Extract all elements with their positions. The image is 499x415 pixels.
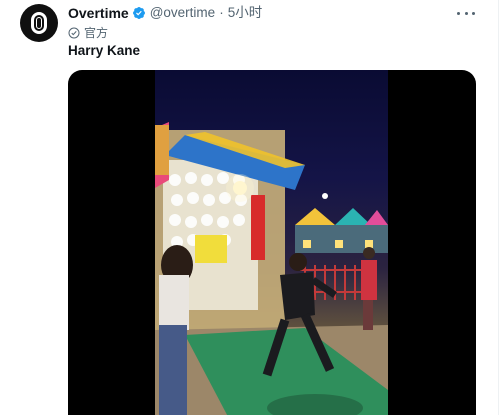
video-frame[interactable] [155, 70, 388, 415]
verified-badge-icon [132, 7, 145, 19]
separator-dot: · [219, 5, 224, 20]
official-check-icon [68, 27, 80, 38]
display-name[interactable]: Overtime [68, 4, 129, 22]
tweet-card: Overtime @overtime · 5小时 官方 Harry Kane [0, 0, 499, 415]
tweet-media[interactable] [68, 70, 476, 415]
handle[interactable]: @overtime [150, 4, 215, 22]
tweet-header: Overtime @overtime · 5小时 [68, 4, 262, 22]
avatar[interactable] [20, 4, 58, 42]
more-icon[interactable] [457, 6, 475, 20]
timestamp[interactable]: 5小时 [228, 4, 263, 22]
official-text: 官方 [84, 26, 109, 40]
video-scene-illustration [155, 122, 388, 415]
overtime-logo-icon [31, 12, 47, 34]
official-label: 官方 [68, 24, 108, 41]
tweet-text: Harry Kane [68, 43, 141, 58]
